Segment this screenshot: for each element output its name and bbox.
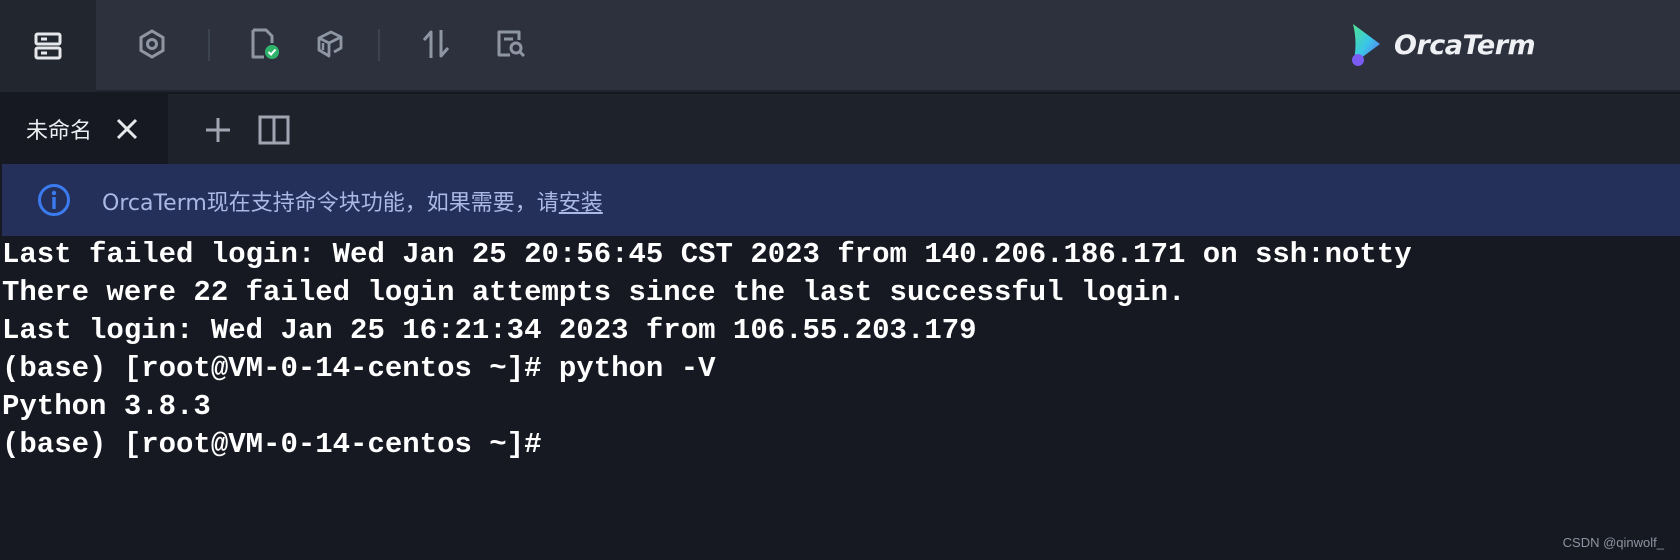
notice-banner: OrcaTerm现在支持命令块功能，如果需要，请安装 xyxy=(2,164,1680,236)
watermark: CSDN @qinwolf_ xyxy=(1562,535,1664,550)
search-document-button[interactable] xyxy=(490,24,530,64)
terminal-line: (base) [root@VM-0-14-centos ~]# python -… xyxy=(2,352,716,385)
split-pane-icon[interactable] xyxy=(258,114,290,146)
toolbar-divider xyxy=(208,29,210,61)
brand-name: OrcaTerm xyxy=(1394,29,1536,61)
install-link[interactable]: 安装 xyxy=(559,191,603,216)
server-list-icon xyxy=(34,32,62,60)
close-icon[interactable] xyxy=(114,116,140,142)
terminal-line: There were 22 failed login attempts sinc… xyxy=(2,276,1186,309)
terminal-output[interactable]: Last failed login: Wed Jan 25 20:56:45 C… xyxy=(0,236,1680,560)
settings-button[interactable] xyxy=(132,24,172,64)
info-icon xyxy=(38,184,70,216)
terminal-line: Last failed login: Wed Jan 25 20:56:45 C… xyxy=(2,238,1412,271)
tab-label: 未命名 xyxy=(26,119,93,144)
snippet-stack-icon xyxy=(317,30,343,58)
orcaterm-logo-icon xyxy=(1352,24,1380,66)
notice-text: OrcaTerm现在支持命令块功能，如果需要，请安装 xyxy=(102,185,603,217)
terminal-line: Python 3.8.3 xyxy=(2,390,211,423)
transfer-arrows-icon xyxy=(422,30,450,58)
top-toolbar: OrcaTerm xyxy=(0,0,1680,92)
toolbar-divider xyxy=(378,29,380,61)
file-check-icon xyxy=(251,28,279,59)
brand-logo: OrcaTerm xyxy=(1350,20,1536,70)
tab-untitled[interactable]: 未命名 xyxy=(0,94,168,164)
terminal-prompt-line: (base) [root@VM-0-14-centos ~]# xyxy=(2,428,542,461)
snippet-button[interactable] xyxy=(310,24,350,64)
settings-gear-icon xyxy=(139,29,165,59)
search-document-icon xyxy=(497,30,526,58)
add-tab-icon[interactable] xyxy=(202,114,234,146)
server-list-button[interactable] xyxy=(0,0,96,92)
terminal-line: Last login: Wed Jan 25 16:21:34 2023 fro… xyxy=(2,314,977,347)
transfer-button[interactable] xyxy=(416,24,456,64)
tab-bar: 未命名 xyxy=(0,94,1680,164)
file-check-button[interactable] xyxy=(244,24,284,64)
notice-message: OrcaTerm现在支持命令块功能，如果需要，请 xyxy=(102,191,559,216)
